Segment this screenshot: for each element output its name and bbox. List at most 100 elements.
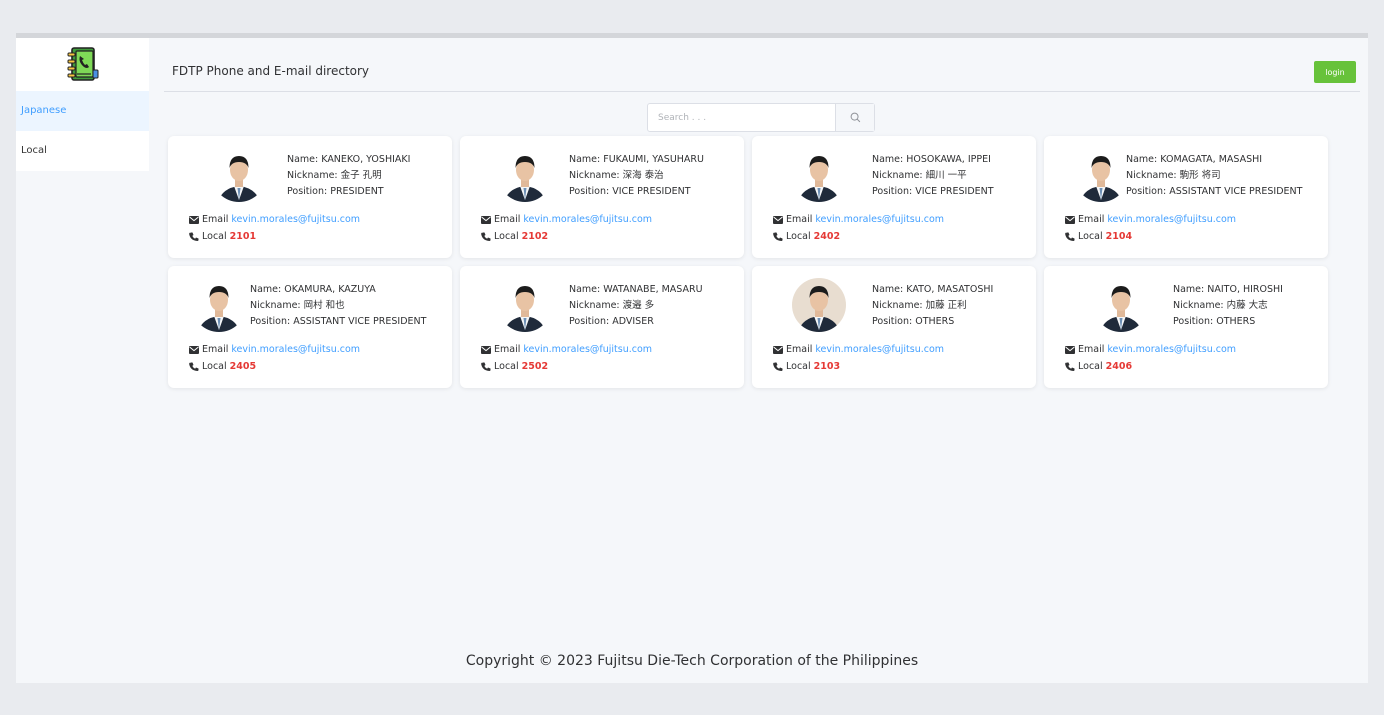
employee-position: Position: VICE PRESIDENT xyxy=(872,186,994,197)
employee-contact: Email kevin.morales@fujitsu.com Local 21… xyxy=(1065,211,1236,245)
email-link[interactable]: kevin.morales@fujitsu.com xyxy=(815,341,944,358)
employee-nickname: Nickname: 深海 泰治 xyxy=(569,170,664,181)
footer-copyright: Copyright © 2023 Fujitsu Die-Tech Corpor… xyxy=(465,653,919,669)
envelope-icon xyxy=(481,215,491,224)
employee-card: Name: WATANABE, MASARU Nickname: 渡邉 多 Po… xyxy=(460,266,744,388)
employee-info: Name: KATO, MASATOSHI Nickname: 加藤 正利 Po… xyxy=(872,282,993,330)
employee-contact: Email kevin.morales@fujitsu.com Local 21… xyxy=(773,341,944,375)
employee-nickname: Nickname: 渡邉 多 xyxy=(569,300,655,311)
envelope-icon xyxy=(773,345,783,354)
employee-contact: Email kevin.morales@fujitsu.com Local 21… xyxy=(189,211,360,245)
employee-nickname: Nickname: 岡村 和也 xyxy=(250,300,345,311)
phone-icon xyxy=(773,232,783,241)
email-label: Email xyxy=(202,214,229,225)
local-label: Local xyxy=(786,361,811,372)
employee-position: Position: VICE PRESIDENT xyxy=(569,186,691,197)
employee-position: Position: OTHERS xyxy=(872,316,955,327)
header: FDTP Phone and E-mail directory login xyxy=(164,38,1360,92)
search-bar xyxy=(647,103,875,132)
email-link[interactable]: kevin.morales@fujitsu.com xyxy=(231,211,360,228)
local-label: Local xyxy=(1078,361,1103,372)
employee-name: Name: KANEKO, YOSHIAKI xyxy=(287,154,411,165)
employee-card: Name: HOSOKAWA, IPPEI Nickname: 細川 一平 Po… xyxy=(752,136,1036,258)
local-number: 2402 xyxy=(813,231,841,242)
phone-icon xyxy=(481,232,491,241)
employee-info: Name: KANEKO, YOSHIAKI Nickname: 金子 孔明 P… xyxy=(287,152,410,200)
employee-info: Name: HOSOKAWA, IPPEI Nickname: 細川 一平 Po… xyxy=(872,152,994,200)
employee-photo xyxy=(1094,278,1148,332)
employee-card: Name: KOMAGATA, MASASHI Nickname: 駒形 将司 … xyxy=(1044,136,1328,258)
local-label: Local xyxy=(202,231,227,242)
local-label: Local xyxy=(494,231,519,242)
email-link[interactable]: kevin.morales@fujitsu.com xyxy=(523,341,652,358)
sidebar-item-local[interactable]: Local xyxy=(16,131,149,171)
envelope-icon xyxy=(1065,215,1075,224)
email-link[interactable]: kevin.morales@fujitsu.com xyxy=(231,341,360,358)
employee-photo xyxy=(212,148,266,202)
local-number: 2102 xyxy=(521,231,549,242)
employee-photo xyxy=(498,148,552,202)
employee-name: Name: KOMAGATA, MASASHI xyxy=(1126,154,1263,165)
search-button[interactable] xyxy=(835,104,874,131)
employee-nickname: Nickname: 加藤 正利 xyxy=(872,300,967,311)
employee-photo xyxy=(792,148,846,202)
employee-contact: Email kevin.morales@fujitsu.com Local 24… xyxy=(1065,341,1236,375)
directory-grid: Name: KANEKO, YOSHIAKI Nickname: 金子 孔明 P… xyxy=(168,136,1328,388)
phone-icon xyxy=(189,362,199,371)
employee-photo xyxy=(792,278,846,332)
envelope-icon xyxy=(481,345,491,354)
employee-name: Name: OKAMURA, KAZUYA xyxy=(250,284,376,295)
employee-info: Name: WATANABE, MASARU Nickname: 渡邉 多 Po… xyxy=(569,282,703,330)
local-number: 2103 xyxy=(813,361,841,372)
employee-position: Position: ASSISTANT VICE PRESIDENT xyxy=(1126,186,1303,197)
employee-card: Name: FUKAUMI, YASUHARU Nickname: 深海 泰治 … xyxy=(460,136,744,258)
employee-nickname: Nickname: 駒形 将司 xyxy=(1126,170,1221,181)
app-window: Japanese Local FDTP Phone and E-mail dir… xyxy=(16,33,1368,683)
employee-card: Name: KANEKO, YOSHIAKI Nickname: 金子 孔明 P… xyxy=(168,136,452,258)
email-label: Email xyxy=(202,344,229,355)
employee-nickname: Nickname: 細川 一平 xyxy=(872,170,967,181)
employee-position: Position: PRESIDENT xyxy=(287,186,384,197)
employee-contact: Email kevin.morales@fujitsu.com Local 25… xyxy=(481,341,652,375)
page-title: FDTP Phone and E-mail directory xyxy=(172,64,370,78)
search-icon xyxy=(850,112,860,123)
employee-nickname: Nickname: 金子 孔明 xyxy=(287,170,382,181)
local-label: Local xyxy=(786,231,811,242)
employee-photo xyxy=(498,278,552,332)
employee-contact: Email kevin.morales@fujitsu.com Local 24… xyxy=(773,211,944,245)
local-number: 2502 xyxy=(521,361,549,372)
employee-info: Name: OKAMURA, KAZUYA Nickname: 岡村 和也 Po… xyxy=(250,282,426,330)
email-link[interactable]: kevin.morales@fujitsu.com xyxy=(1107,211,1236,228)
local-label: Local xyxy=(202,361,227,372)
local-number: 2406 xyxy=(1105,361,1133,372)
email-link[interactable]: kevin.morales@fujitsu.com xyxy=(523,211,652,228)
email-label: Email xyxy=(494,344,521,355)
local-number: 2405 xyxy=(229,361,257,372)
employee-photo xyxy=(192,278,246,332)
employee-position: Position: ADVISER xyxy=(569,316,654,327)
local-label: Local xyxy=(1078,231,1103,242)
employee-info: Name: NAITO, HIROSHI Nickname: 内藤 大志 Pos… xyxy=(1173,282,1283,330)
employee-name: Name: HOSOKAWA, IPPEI xyxy=(872,154,991,165)
phonebook-logo-icon xyxy=(16,38,149,91)
employee-contact: Email kevin.morales@fujitsu.com Local 21… xyxy=(481,211,652,245)
sidebar: Japanese Local xyxy=(16,38,149,171)
employee-name: Name: WATANABE, MASARU xyxy=(569,284,703,295)
email-label: Email xyxy=(786,214,813,225)
envelope-icon xyxy=(189,345,199,354)
email-link[interactable]: kevin.morales@fujitsu.com xyxy=(815,211,944,228)
employee-card: Name: OKAMURA, KAZUYA Nickname: 岡村 和也 Po… xyxy=(168,266,452,388)
email-label: Email xyxy=(1078,214,1105,225)
employee-card: Name: KATO, MASATOSHI Nickname: 加藤 正利 Po… xyxy=(752,266,1036,388)
employee-info: Name: KOMAGATA, MASASHI Nickname: 駒形 将司 … xyxy=(1126,152,1302,200)
employee-position: Position: OTHERS xyxy=(1173,316,1256,327)
email-label: Email xyxy=(786,344,813,355)
sidebar-item-japanese[interactable]: Japanese xyxy=(16,91,149,131)
email-link[interactable]: kevin.morales@fujitsu.com xyxy=(1107,341,1236,358)
employee-info: Name: FUKAUMI, YASUHARU Nickname: 深海 泰治 … xyxy=(569,152,704,200)
login-button[interactable]: login xyxy=(1314,61,1356,83)
employee-nickname: Nickname: 内藤 大志 xyxy=(1173,300,1268,311)
search-input[interactable] xyxy=(648,104,835,131)
phone-icon xyxy=(1065,232,1075,241)
employee-name: Name: KATO, MASATOSHI xyxy=(872,284,994,295)
